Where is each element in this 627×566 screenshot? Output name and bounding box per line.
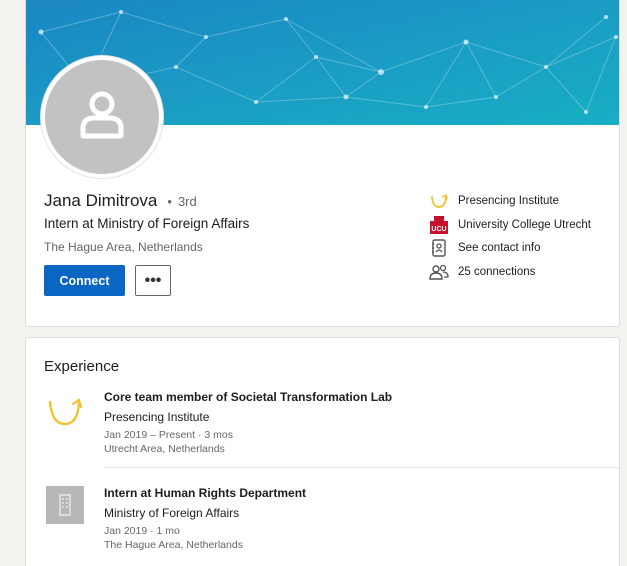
experience-company[interactable]: Ministry of Foreign Affairs: [104, 506, 306, 520]
experience-section-title: Experience: [44, 358, 120, 375]
sidebar-item-presencing-institute[interactable]: Presencing Institute: [429, 191, 614, 211]
presencing-logo-icon: [46, 392, 84, 430]
contact-card-icon: [429, 238, 449, 258]
sidebar-item-university-college-utrecht[interactable]: UCU University College Utrecht: [429, 215, 614, 235]
people-icon: [429, 262, 449, 282]
presencing-logo-icon: [429, 191, 449, 211]
name-row: Jana Dimitrova • 3rd: [44, 191, 197, 211]
experience-dates: Jan 2019 – Present · 3 mos: [104, 429, 233, 441]
experience-title[interactable]: Core team member of Societal Transformat…: [104, 390, 392, 404]
experience-dates: Jan 2019 · 1 mo: [104, 525, 180, 537]
ucu-logo-text: UCU: [431, 226, 446, 233]
profile-headline: Intern at Ministry of Foreign Affairs: [44, 216, 250, 231]
experience-title[interactable]: Intern at Human Rights Department: [104, 486, 306, 500]
experience-text: Core team member of Societal Transformat…: [104, 390, 392, 455]
profile-side-links: Presencing Institute UCU University Coll…: [429, 191, 614, 286]
ucu-logo-icon: UCU: [429, 215, 449, 235]
person-icon: [80, 91, 124, 139]
experience-card: Experience Core team member of Societal …: [25, 337, 620, 566]
profile-name: Jana Dimitrova: [44, 191, 158, 210]
connect-button[interactable]: Connect: [44, 265, 125, 296]
more-actions-button[interactable]: •••: [135, 265, 171, 296]
building-icon: [46, 486, 84, 524]
profile-location: The Hague Area, Netherlands: [44, 240, 203, 254]
sidebar-item-contact-info[interactable]: See contact info: [429, 238, 614, 258]
experience-location: The Hague Area, Netherlands: [104, 539, 243, 551]
experience-company[interactable]: Presencing Institute: [104, 410, 392, 424]
sidebar-item-label: 25 connections: [458, 266, 536, 278]
experience-text: Intern at Human Rights Department Minist…: [104, 486, 306, 551]
sidebar-item-label: University College Utrecht: [458, 219, 591, 231]
sidebar-item-label: Presencing Institute: [458, 195, 560, 207]
sidebar-item-connections[interactable]: 25 connections: [429, 262, 614, 282]
experience-location: Utrecht Area, Netherlands: [104, 443, 225, 455]
experience-divider: [104, 467, 619, 468]
avatar[interactable]: [41, 56, 163, 178]
profile-card: Jana Dimitrova • 3rd Intern at Ministry …: [25, 0, 620, 327]
degree-separator: •: [167, 194, 172, 209]
connection-degree: 3rd: [177, 194, 197, 209]
sidebar-item-label: See contact info: [458, 242, 541, 254]
